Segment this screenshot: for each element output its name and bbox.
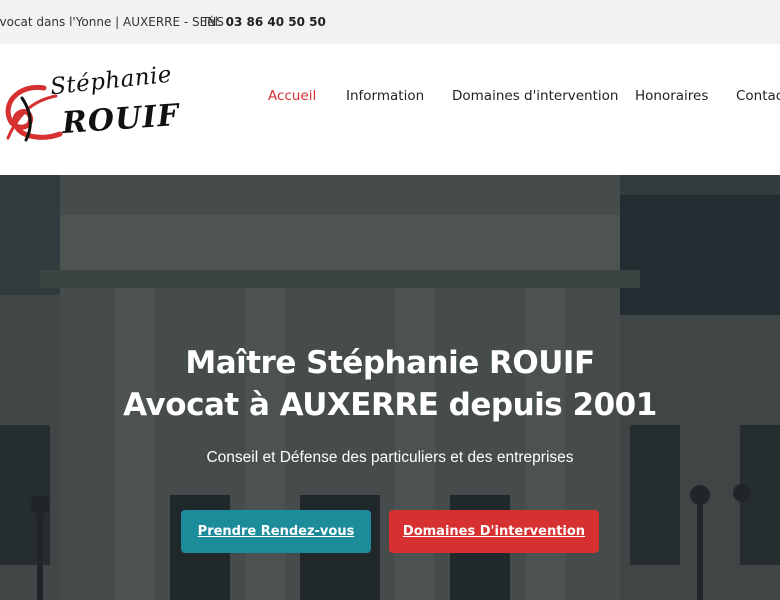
site-logo[interactable]: Stéphanie ROUIF (0, 58, 181, 158)
nav-item-information[interactable]: Information (346, 88, 424, 104)
hero-subtitle: Conseil et Défense des particuliers et d… (206, 449, 574, 466)
appointment-button[interactable]: Prendre Rendez-vous (181, 510, 371, 553)
phone-label: Tél. (202, 15, 222, 29)
logo-last-name: ROUIF (60, 97, 181, 142)
top-info-bar: Avocat dans l'Yonne | AUXERRE - SENS Tél… (0, 0, 780, 44)
logo-first-name: Stéphanie (48, 61, 174, 101)
tagline: Avocat dans l'Yonne | AUXERRE - SENS (0, 15, 224, 29)
hero-section: Maître Stéphanie ROUIF Avocat à AUXERRE … (0, 175, 780, 600)
phone-number[interactable]: 03 86 40 50 50 (226, 15, 326, 29)
site-header: Stéphanie ROUIF Accueil Information Doma… (0, 44, 780, 175)
hero-title-line-2: Avocat à AUXERRE depuis 2001 (123, 387, 657, 423)
phone-info: Tél. 03 86 40 50 50 (202, 15, 326, 29)
nav-item-honoraires[interactable]: Honoraires (635, 88, 708, 104)
nav-item-contact[interactable]: Contact (736, 88, 780, 104)
practice-areas-button[interactable]: Domaines D'intervention (389, 510, 599, 553)
hero-title-line-1: Maître Stéphanie ROUIF (185, 345, 595, 381)
nav-item-domaines[interactable]: Domaines d'intervention (452, 88, 618, 104)
nav-item-accueil[interactable]: Accueil (268, 88, 316, 104)
